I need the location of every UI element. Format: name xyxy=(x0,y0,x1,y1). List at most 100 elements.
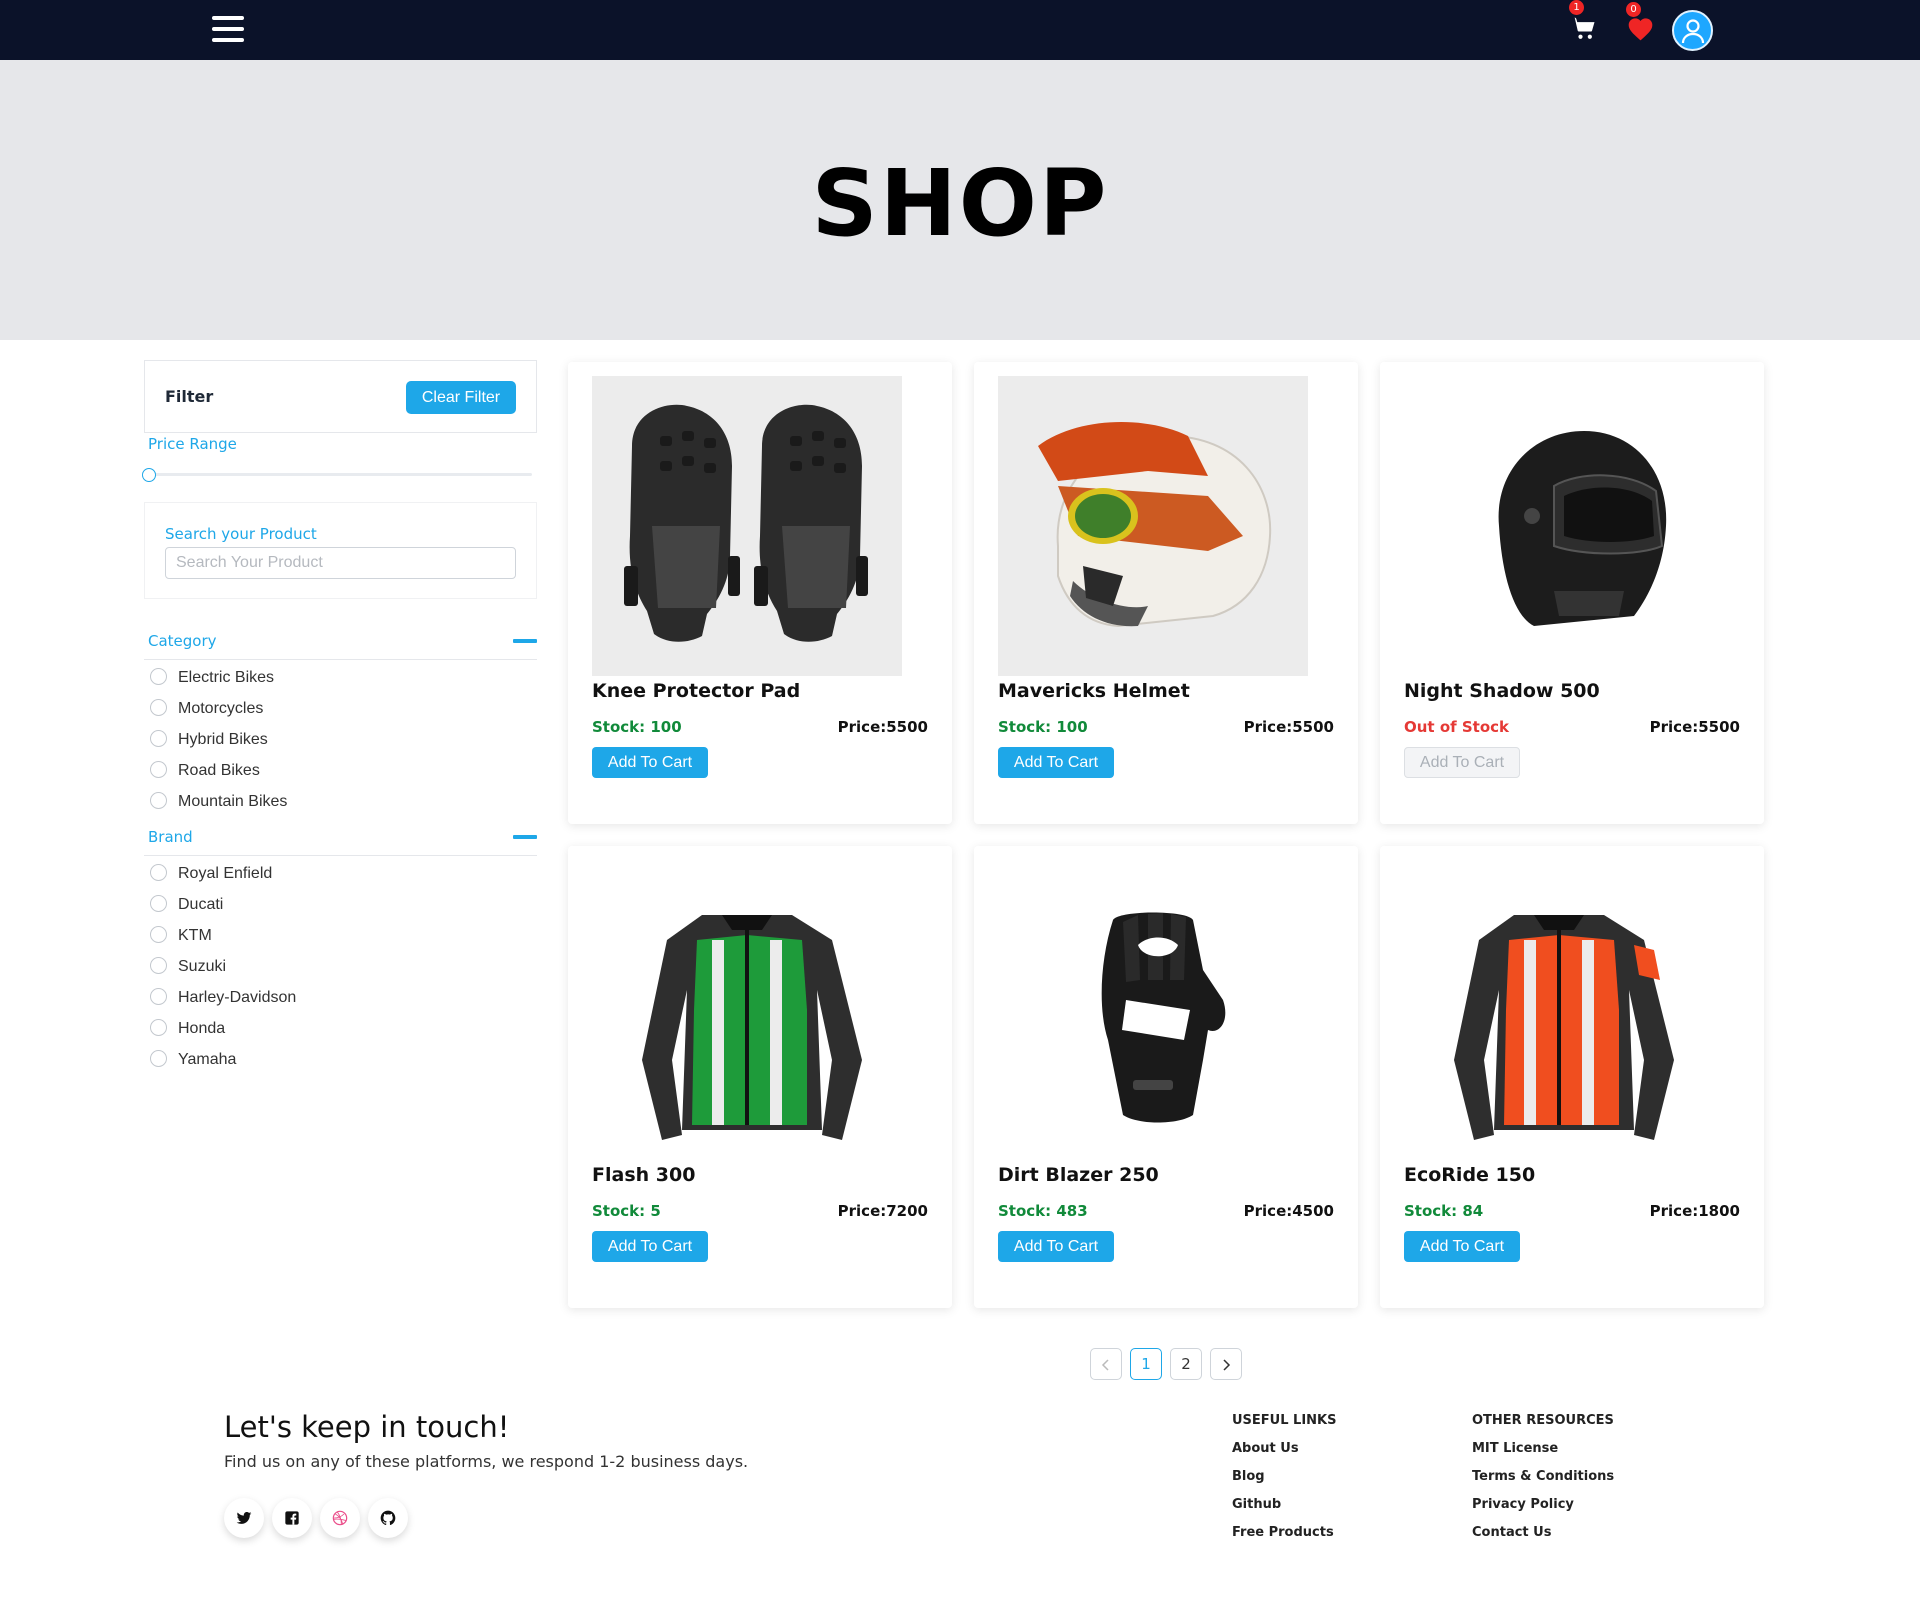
pagination-next-button[interactable] xyxy=(1210,1348,1242,1380)
radio-button[interactable] xyxy=(150,957,167,974)
product-price: Price:5500 xyxy=(837,718,928,736)
chevron-right-icon xyxy=(1223,1359,1231,1371)
useful-links-heading: USEFUL LINKS xyxy=(1232,1413,1337,1428)
add-to-cart-button[interactable]: Add To Cart xyxy=(998,1231,1114,1262)
add-to-cart-button[interactable]: Add To Cart xyxy=(592,747,708,778)
product-stock: Out of Stock xyxy=(1404,718,1510,736)
radio-button[interactable] xyxy=(150,730,167,747)
category-section-header[interactable]: Category xyxy=(144,620,537,660)
dribbble-icon[interactable] xyxy=(320,1498,360,1538)
knee-pad-icon[interactable] xyxy=(592,376,902,676)
product-card[interactable]: Dirt Blazer 250 Stock: 483 Price:4500 Ad… xyxy=(974,846,1358,1308)
product-price: Price:1800 xyxy=(1649,1202,1740,1220)
twitter-icon[interactable] xyxy=(224,1498,264,1538)
brand-label: Ducati xyxy=(178,896,224,913)
product-card[interactable]: Knee Protector Pad Stock: 100 Price:5500… xyxy=(568,362,952,824)
footer-link-mit-license[interactable]: MIT License xyxy=(1472,1441,1558,1456)
product-price: Price:4500 xyxy=(1243,1202,1334,1220)
radio-button[interactable] xyxy=(150,792,167,809)
radio-button[interactable] xyxy=(150,926,167,943)
facebook-icon[interactable] xyxy=(272,1498,312,1538)
search-panel: Search your Product xyxy=(144,502,537,599)
full-face-helmet-icon[interactable] xyxy=(1404,376,1714,676)
product-stock: Stock: 84 xyxy=(1404,1202,1484,1220)
chevron-left-icon xyxy=(1101,1359,1109,1371)
brand-section-header[interactable]: Brand xyxy=(144,816,537,856)
add-to-cart-button[interactable]: Add To Cart xyxy=(998,747,1114,778)
clear-filter-button[interactable]: Clear Filter xyxy=(406,381,516,414)
product-card[interactable]: Flash 300 Stock: 5 Price:7200 Add To Car… xyxy=(568,846,952,1308)
price-range-label: Price Range xyxy=(148,435,237,453)
product-stock: Stock: 483 xyxy=(998,1202,1088,1220)
collapse-minus-icon[interactable] xyxy=(513,639,537,643)
cart-count-badge: 1 xyxy=(1569,0,1584,15)
add-to-cart-button[interactable]: Add To Cart xyxy=(592,1231,708,1262)
product-price: Price:5500 xyxy=(1649,718,1740,736)
radio-button[interactable] xyxy=(150,864,167,881)
category-label: Motorcycles xyxy=(178,700,264,717)
radio-button[interactable] xyxy=(150,895,167,912)
footer-link-free-products[interactable]: Free Products xyxy=(1232,1525,1334,1540)
other-resources-heading: OTHER RESOURCES xyxy=(1472,1413,1614,1428)
category-label: Electric Bikes xyxy=(178,669,275,686)
filter-header: Filter Clear Filter xyxy=(144,360,537,433)
category-label: Hybrid Bikes xyxy=(178,731,268,748)
product-stock: Stock: 5 xyxy=(592,1202,661,1220)
hero-banner: SHOP xyxy=(0,60,1920,340)
product-name[interactable]: EcoRide 150 xyxy=(1404,1164,1535,1186)
footer-link-about-us[interactable]: About Us xyxy=(1232,1441,1299,1456)
glove-icon[interactable] xyxy=(998,860,1308,1160)
product-name[interactable]: Mavericks Helmet xyxy=(998,680,1190,702)
brand-label: Yamaha xyxy=(178,1051,237,1068)
radio-button[interactable] xyxy=(150,761,167,778)
footer-link-privacy-policy[interactable]: Privacy Policy xyxy=(1472,1497,1574,1512)
brand-title: Brand xyxy=(148,828,193,846)
brand-label: Royal Enfield xyxy=(178,865,273,882)
product-name[interactable]: Dirt Blazer 250 xyxy=(998,1164,1159,1186)
pagination-page-2[interactable]: 2 xyxy=(1170,1348,1202,1380)
product-name[interactable]: Night Shadow 500 xyxy=(1404,680,1600,702)
footer-title: Let's keep in touch! xyxy=(224,1410,510,1444)
radio-button[interactable] xyxy=(150,668,167,685)
price-range-slider-handle[interactable] xyxy=(142,468,156,482)
radio-button[interactable] xyxy=(150,988,167,1005)
brand-label: KTM xyxy=(178,927,212,944)
category-title: Category xyxy=(148,632,217,650)
search-product-input[interactable] xyxy=(165,547,516,579)
green-jacket-icon[interactable] xyxy=(592,860,902,1160)
mx-helmet-icon[interactable] xyxy=(998,376,1308,676)
product-card[interactable]: EcoRide 150 Stock: 84 Price:1800 Add To … xyxy=(1380,846,1764,1308)
add-to-cart-button-disabled[interactable]: Add To Cart xyxy=(1404,747,1520,778)
category-label: Mountain Bikes xyxy=(178,793,288,810)
search-label: Search your Product xyxy=(165,525,317,543)
wishlist-heart-icon[interactable]: 0 xyxy=(1626,2,1654,41)
hamburger-menu-icon[interactable] xyxy=(212,16,244,44)
product-card[interactable]: Night Shadow 500 Out of Stock Price:5500… xyxy=(1380,362,1764,824)
category-label: Road Bikes xyxy=(178,762,260,779)
pagination-prev-button[interactable] xyxy=(1090,1348,1122,1380)
footer-link-github[interactable]: Github xyxy=(1232,1497,1281,1512)
orange-jacket-icon[interactable] xyxy=(1404,860,1714,1160)
user-avatar-icon[interactable] xyxy=(1672,10,1713,51)
product-name[interactable]: Flash 300 xyxy=(592,1164,695,1186)
product-name[interactable]: Knee Protector Pad xyxy=(592,680,800,702)
product-stock: Stock: 100 xyxy=(998,718,1088,736)
footer-subtitle: Find us on any of these platforms, we re… xyxy=(224,1452,749,1471)
product-stock: Stock: 100 xyxy=(592,718,682,736)
radio-button[interactable] xyxy=(150,699,167,716)
github-icon[interactable] xyxy=(368,1498,408,1538)
footer-link-contact-us[interactable]: Contact Us xyxy=(1472,1525,1551,1540)
filter-title: Filter xyxy=(165,387,214,406)
page-title: SHOP xyxy=(811,150,1109,257)
brand-label: Suzuki xyxy=(178,958,227,975)
radio-button[interactable] xyxy=(150,1019,167,1036)
radio-button[interactable] xyxy=(150,1050,167,1067)
add-to-cart-button[interactable]: Add To Cart xyxy=(1404,1231,1520,1262)
footer-link-blog[interactable]: Blog xyxy=(1232,1469,1265,1484)
pagination-page-1[interactable]: 1 xyxy=(1130,1348,1162,1380)
price-range-track[interactable] xyxy=(150,473,532,476)
product-card[interactable]: Mavericks Helmet Stock: 100 Price:5500 A… xyxy=(974,362,1358,824)
footer-link-terms-conditions[interactable]: Terms & Conditions xyxy=(1472,1469,1614,1484)
collapse-minus-icon[interactable] xyxy=(513,835,537,839)
cart-icon[interactable]: 1 xyxy=(1569,0,1598,42)
